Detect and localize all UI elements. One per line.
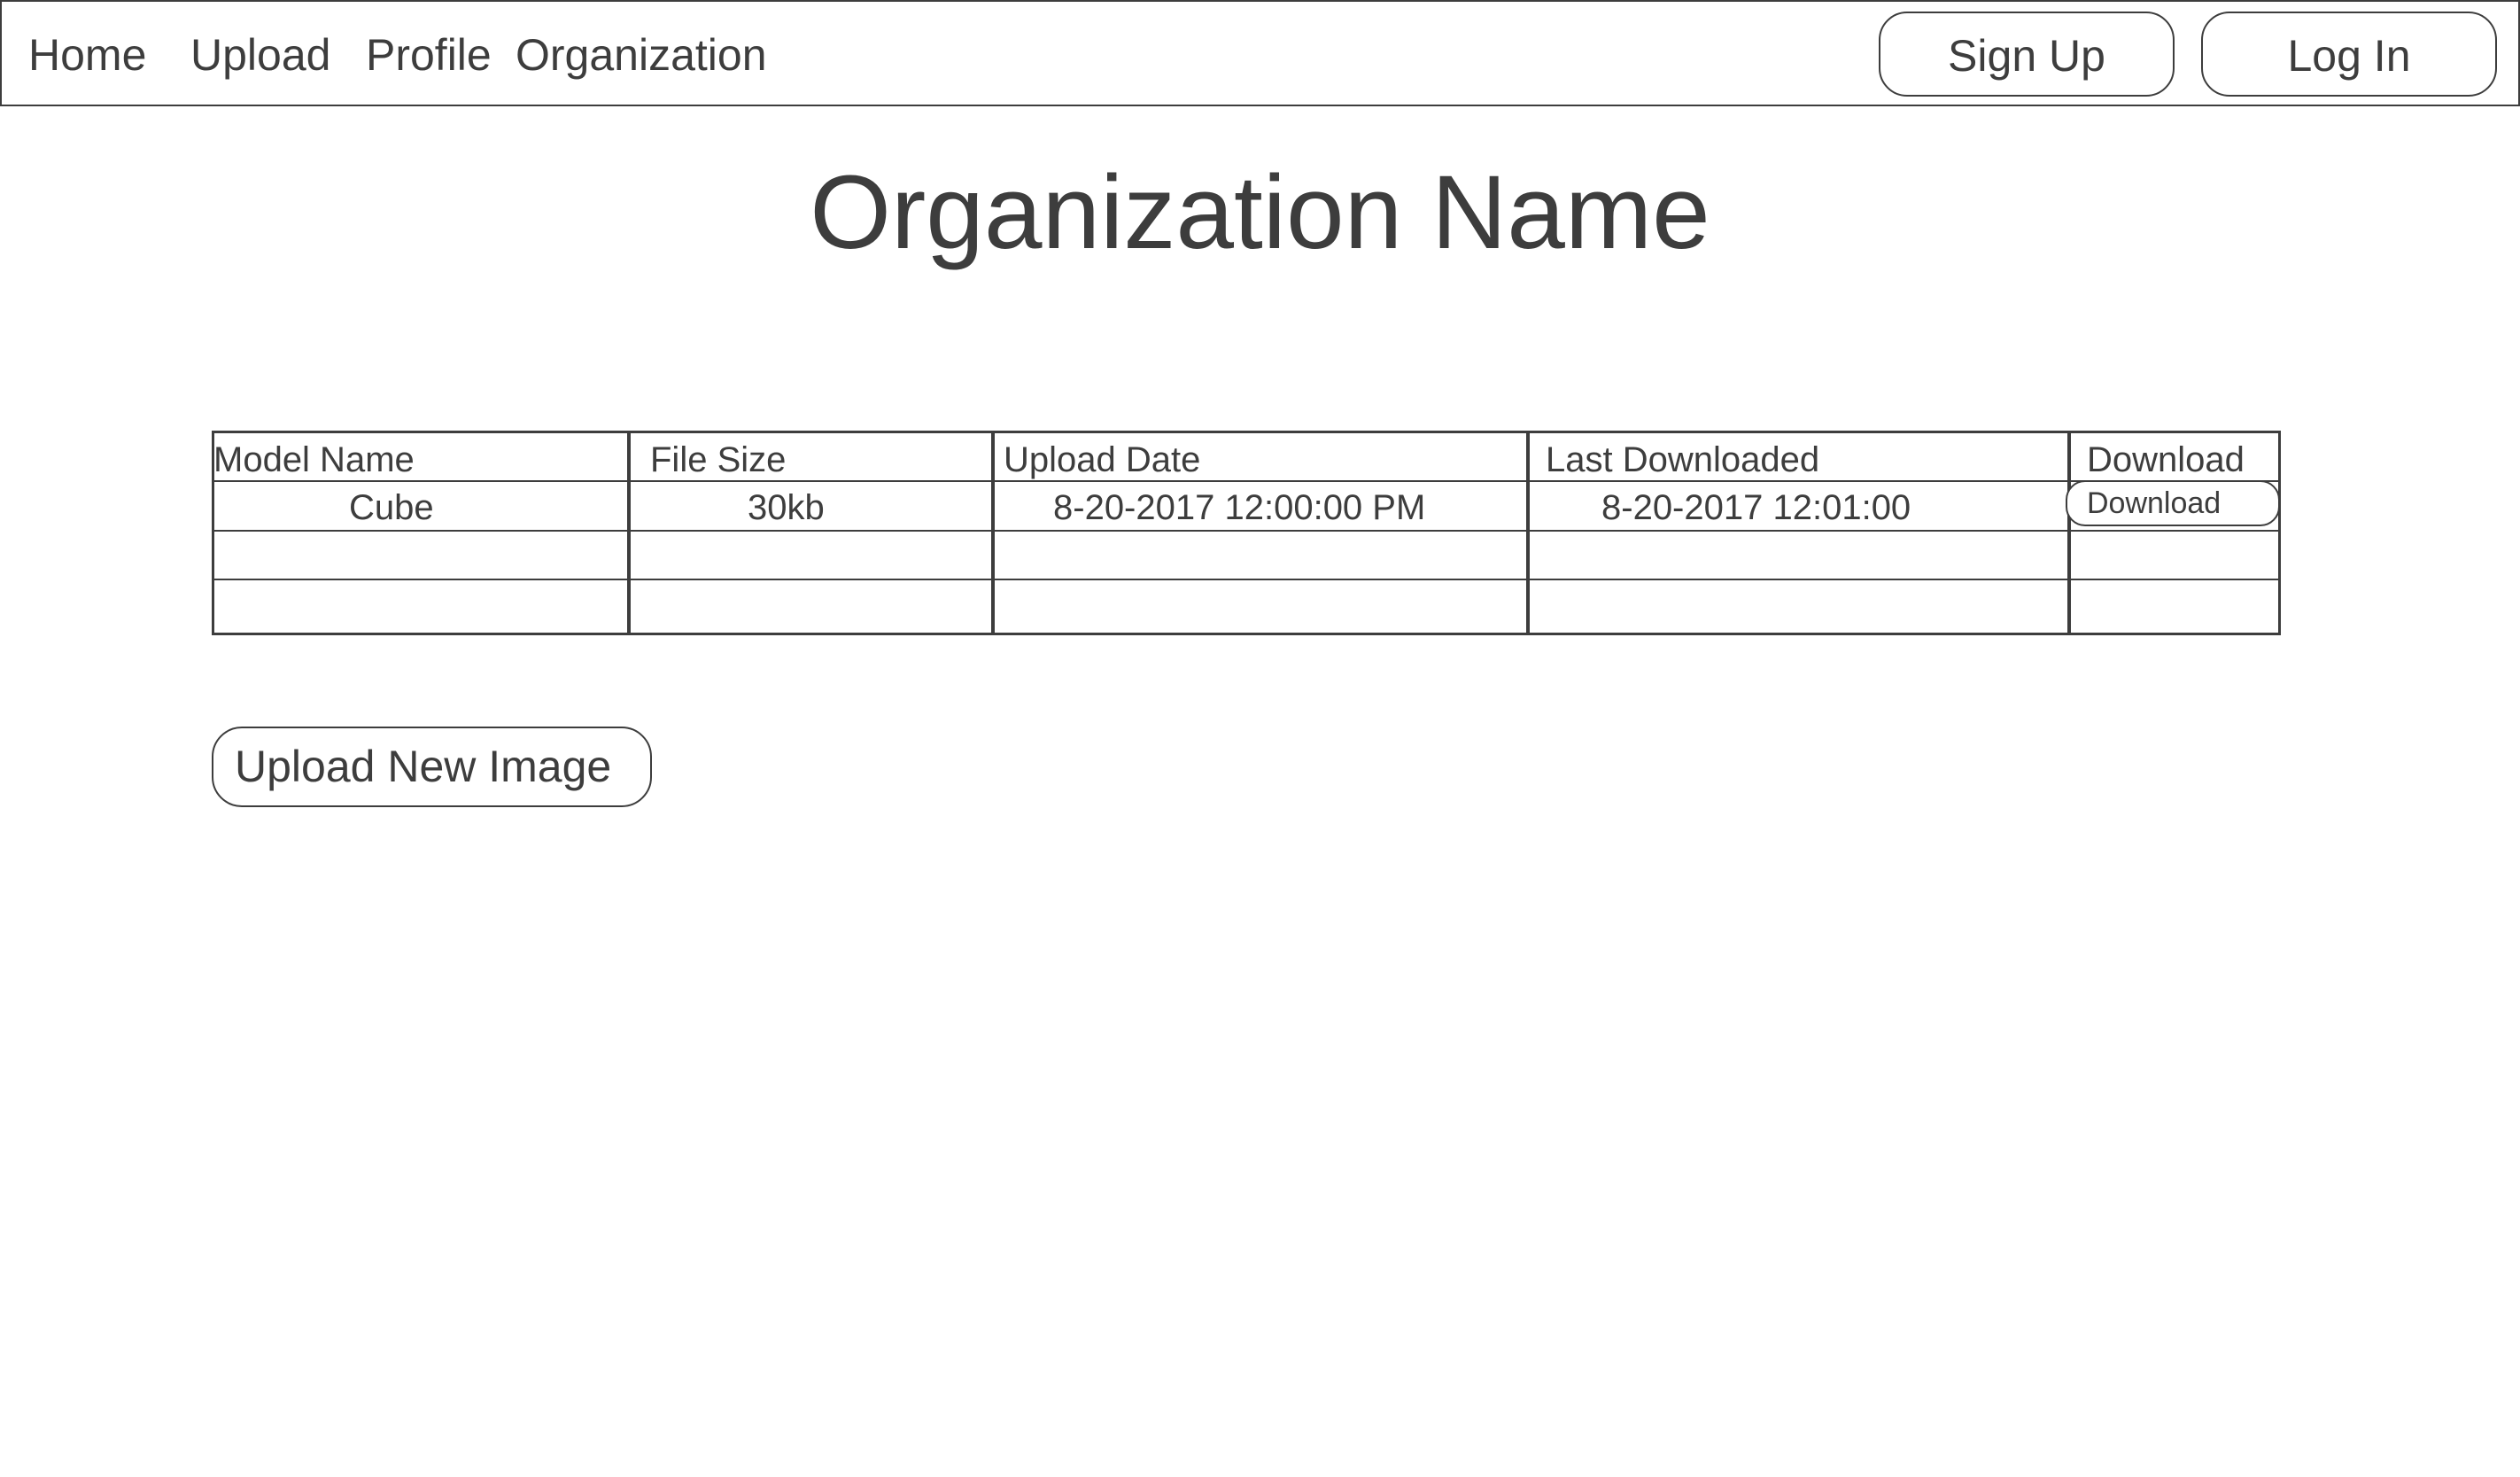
- log-in-button[interactable]: Log In: [2201, 12, 2497, 97]
- download-button[interactable]: Download: [2066, 480, 2280, 526]
- header-file-size: File Size: [650, 440, 787, 479]
- nav-organization-link[interactable]: Organization: [516, 28, 767, 82]
- row-divider: [214, 579, 2278, 580]
- column-divider: [1526, 433, 1530, 633]
- header-model-name: Model Name: [213, 440, 415, 479]
- cell-model-name: Cube: [349, 488, 434, 527]
- row-divider: [214, 480, 2278, 482]
- sign-up-button[interactable]: Sign Up: [1879, 12, 2175, 97]
- cell-upload-date: 8-20-2017 12:00:00 PM: [1053, 488, 1426, 527]
- header-last-downloaded: Last Downloaded: [1546, 440, 1820, 479]
- column-divider: [2067, 433, 2071, 633]
- nav-profile-link[interactable]: Profile: [366, 28, 492, 82]
- cell-last-downloaded: 8-20-2017 12:01:00: [1601, 488, 1911, 527]
- upload-new-image-button[interactable]: Upload New Image: [212, 727, 652, 807]
- column-divider: [627, 433, 631, 633]
- page-title: Organization Name: [810, 154, 1710, 271]
- top-navbar: Home Upload Profile Organization Sign Up…: [0, 0, 2520, 106]
- row-divider: [214, 530, 2278, 532]
- column-divider: [991, 433, 995, 633]
- models-table: [212, 431, 2281, 635]
- header-upload-date: Upload Date: [1004, 440, 1201, 479]
- cell-file-size: 30kb: [748, 488, 825, 527]
- nav-home-link[interactable]: Home: [28, 28, 146, 82]
- nav-upload-link[interactable]: Upload: [190, 28, 330, 82]
- header-download: Download: [2087, 440, 2245, 479]
